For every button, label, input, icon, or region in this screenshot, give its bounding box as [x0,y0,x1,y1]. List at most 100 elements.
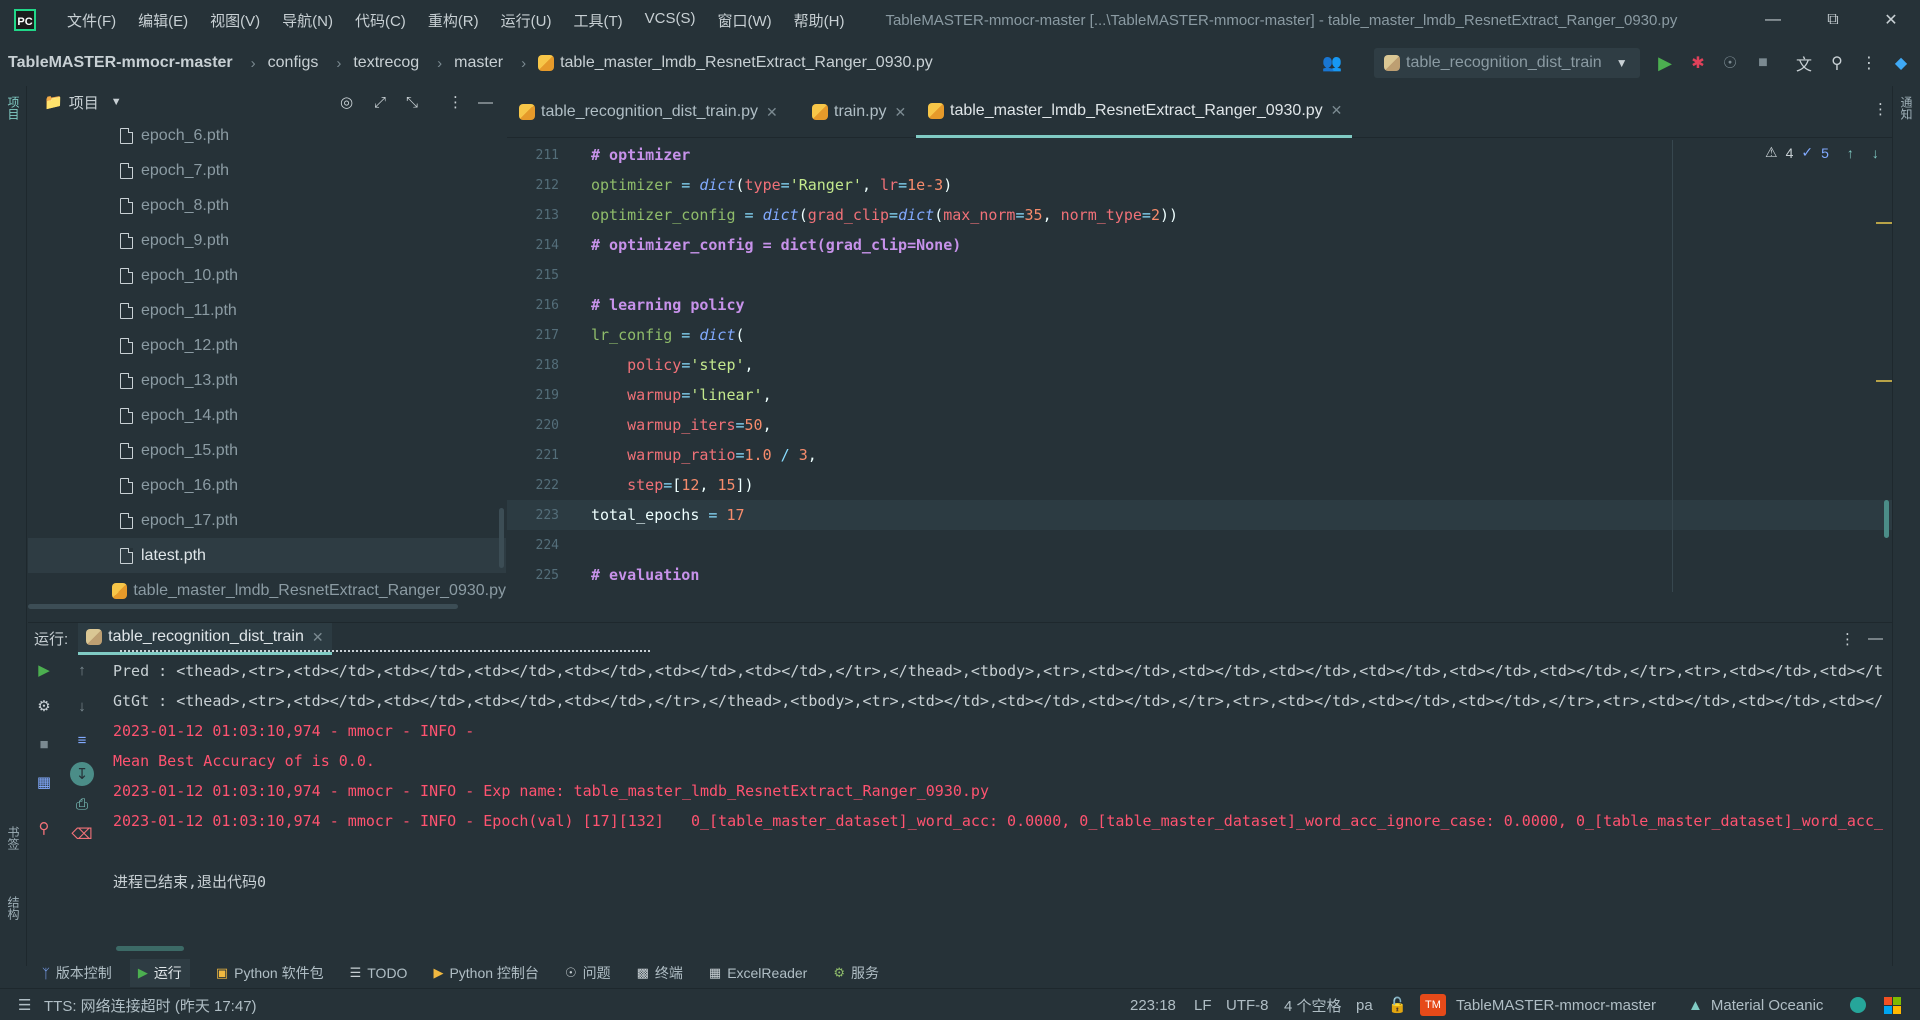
warning-stripe[interactable] [1876,380,1892,382]
breadcrumb-master[interactable]: master [454,54,503,72]
code-line[interactable]: 213 optimizer_config = dict(grad_clip=dic… [507,200,1892,230]
code-line[interactable]: 218 policy='step', [507,350,1892,380]
menu-help[interactable]: 帮助(H) [783,10,856,31]
toolwindow-vcs[interactable]: ᛉ 版本控制 [42,963,112,983]
line-number[interactable]: 219 [507,388,563,403]
menu-window[interactable]: 窗口(W) [706,10,782,31]
line-number[interactable]: 221 [507,448,563,463]
code-line[interactable]: 219 warmup='linear', [507,380,1892,410]
toolwindow-services[interactable]: ⚙ 服务 [833,963,879,983]
line-number[interactable]: 212 [507,178,563,193]
console-horizontal-scrollbar[interactable] [116,946,184,951]
tree-horizontal-scrollbar[interactable] [28,604,458,609]
line-number[interactable]: 225 [507,568,563,583]
stop-button[interactable]: ■ [1751,51,1775,75]
menu-run[interactable]: 运行(U) [490,10,563,31]
layers-icon[interactable]: ☰ [18,989,31,1020]
menu-view[interactable]: 视图(V) [199,10,271,31]
caret-position[interactable]: 223:18 [1130,989,1176,1020]
more-vertical-icon[interactable]: ⋮ [1873,100,1888,118]
code-line[interactable]: 224 [507,530,1892,560]
code-line[interactable]: 212 optimizer = dict(type='Ranger', lr=1e… [507,170,1892,200]
line-number[interactable]: 217 [507,328,563,343]
line-number[interactable]: 214 [507,238,563,253]
code-line[interactable]: 214 # optimizer_config = dict(grad_clip=N… [507,230,1892,260]
toolwindow-todo[interactable]: ☰ TODO [350,965,408,981]
line-number[interactable]: 211 [507,148,563,163]
line-number[interactable]: 224 [507,538,563,553]
tree-item-selected[interactable]: latest.pth [28,538,506,573]
arrow-down-icon[interactable]: ↓ [1872,145,1879,161]
expand-all-icon[interactable]: ⤢ [374,94,386,111]
tree-item[interactable]: table_master_lmdb_ResnetExtract_Ranger_0… [28,573,506,608]
collapse-all-icon[interactable]: ⤡ [406,94,418,111]
close-tab-icon[interactable]: ✕ [894,104,906,121]
tree-item[interactable]: epoch_7.pth [28,153,506,188]
line-number[interactable]: 218 [507,358,563,373]
project-panel-title[interactable]: 项目 [69,92,99,113]
project-status[interactable]: TM TableMASTER-mmocr-master [1420,989,1656,1020]
menu-code[interactable]: 代码(C) [344,10,417,31]
tree-item[interactable]: epoch_10.pth [28,258,506,293]
menu-tools[interactable]: 工具(T) [562,10,633,31]
coverage-button[interactable]: ☉ [1718,51,1742,75]
code-line[interactable]: 222 step=[12, 15]) [507,470,1892,500]
tree-scrollbar[interactable] [499,508,504,568]
tree-item[interactable]: epoch_16.pth [28,468,506,503]
close-window-button[interactable]: ✕ [1868,0,1914,40]
tab-train[interactable]: train.py ✕ [800,86,916,138]
menu-vcs[interactable]: VCS(S) [634,10,707,31]
toolwindow-python-packages[interactable]: ▣ Python 软件包 [216,963,324,983]
line-number[interactable]: 213 [507,208,563,223]
breadcrumb-textrecog[interactable]: textrecog [353,54,419,72]
search-button[interactable]: ⚲ [1825,51,1849,75]
users-icon[interactable]: 👥 [1320,51,1344,75]
run-button[interactable]: ▶ [1653,51,1677,75]
restore-button[interactable]: ⧉ [1810,0,1856,40]
language-setting[interactable]: pa [1356,989,1373,1020]
project-toolwindow-tab[interactable]: 项目 [5,96,22,120]
line-number[interactable]: 215 [507,268,563,283]
rerun-button[interactable]: ▶ [32,658,56,682]
line-ending[interactable]: LF [1194,989,1212,1020]
tree-item[interactable]: epoch_11.pth [28,293,506,328]
tree-item[interactable]: epoch_12.pth [28,328,506,363]
code-line[interactable]: 223 total_epochs = 17 [507,500,1892,530]
notifications-toolwindow-tab[interactable]: 通知 [1898,96,1915,120]
file-encoding[interactable]: UTF-8 [1226,989,1269,1020]
tree-item[interactable]: epoch_15.pth [28,433,506,468]
code-line[interactable]: 221 warmup_ratio=1.0 / 3, [507,440,1892,470]
close-tab-icon[interactable]: ✕ [312,629,324,646]
hide-panel-icon[interactable]: — [1868,630,1883,647]
toolwindow-python-console[interactable]: ▶ Python 控制台 [433,963,538,983]
breadcrumb-file[interactable]: table_master_lmdb_ResnetExtract_Ranger_0… [538,54,933,72]
arrow-up-icon[interactable]: ↑ [1847,145,1854,161]
code-line[interactable]: 216 # learning policy [507,290,1892,320]
more-vertical-icon[interactable]: ⋮ [448,93,463,111]
chevron-down-icon[interactable]: ▼ [111,96,122,108]
toolwindow-terminal[interactable]: ▩ 终端 [637,963,683,983]
code-editor[interactable]: 211 # optimizer 212 optimizer = dict(type='… [507,140,1892,592]
layout-button[interactable]: ▦ [32,770,56,794]
line-number[interactable]: 220 [507,418,563,433]
close-tab-icon[interactable]: ✕ [766,104,778,121]
scroll-down-button[interactable]: ↓ [70,694,94,718]
code-line[interactable]: 215 [507,260,1892,290]
breadcrumb-configs[interactable]: configs [268,54,319,72]
code-line[interactable]: 211 # optimizer [507,140,1892,170]
menu-edit[interactable]: 编辑(E) [127,10,199,31]
tree-item[interactable]: epoch_13.pth [28,363,506,398]
bookmarks-toolwindow-tab[interactable]: 书签 [5,826,22,850]
translate-button[interactable]: 文 [1792,51,1816,75]
scroll-up-button[interactable]: ↑ [70,658,94,682]
code-line[interactable]: 225 # evaluation [507,560,1892,590]
warning-stripe[interactable] [1876,222,1892,224]
inspection-widget[interactable]: ⚠ 4 ✓ 5 ↑ ↓ [1765,144,1879,161]
tree-item[interactable]: epoch_14.pth [28,398,506,433]
toolwindow-excelreader[interactable]: ▦ ExcelReader [709,965,807,981]
tts-status[interactable]: TTS: 网络连接超时 (昨天 17:47) [44,989,257,1020]
app-logo[interactable]: PC [14,9,36,31]
close-tab-icon[interactable]: ✕ [1331,102,1343,119]
stop-button[interactable]: ■ [32,732,56,756]
pin-button[interactable]: ⚲ [32,816,56,840]
